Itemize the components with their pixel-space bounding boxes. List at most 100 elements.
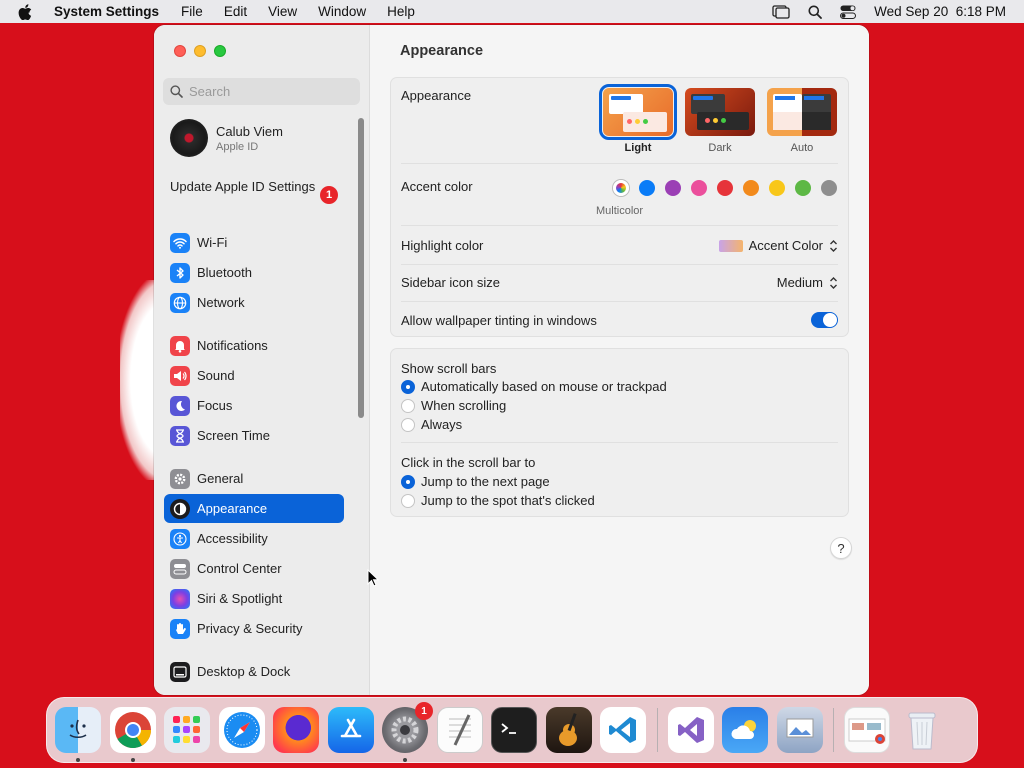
dock-safari[interactable] bbox=[218, 707, 265, 753]
wallpaper-tinting-toggle[interactable] bbox=[811, 312, 838, 328]
dock-terminal[interactable] bbox=[491, 707, 537, 753]
menu-clock[interactable]: Wed Sep 20 6:18 PM bbox=[874, 4, 1006, 19]
sidebar-item-focus[interactable]: Focus bbox=[164, 391, 344, 420]
running-indicator bbox=[130, 758, 135, 762]
appearance-card: Appearance Light Dark Auto Accent color … bbox=[390, 77, 849, 337]
sidebar-item-notifications[interactable]: Notifications bbox=[164, 331, 344, 360]
divider bbox=[401, 264, 838, 265]
dock-launchpad[interactable] bbox=[164, 707, 210, 753]
sidebar-item-network[interactable]: Network bbox=[164, 288, 344, 317]
accent-pink[interactable] bbox=[691, 180, 707, 196]
highlight-color-popup[interactable]: Accent Color bbox=[718, 238, 838, 253]
accent-multicolor[interactable] bbox=[613, 180, 629, 196]
accent-purple[interactable] bbox=[665, 180, 681, 196]
dock-preview[interactable] bbox=[776, 707, 823, 753]
guitar-icon bbox=[558, 713, 577, 746]
dock-vscode[interactable] bbox=[600, 707, 646, 753]
menu-app-name[interactable]: System Settings bbox=[54, 4, 159, 19]
search-icon bbox=[170, 85, 183, 98]
menu-view[interactable]: View bbox=[268, 4, 297, 19]
zoom-button[interactable] bbox=[214, 45, 226, 57]
radio-scroll-when-scrolling[interactable]: When scrolling bbox=[401, 398, 506, 413]
light-theme-label: Light bbox=[624, 142, 652, 154]
radio-button[interactable] bbox=[401, 379, 415, 394]
search-field[interactable]: Search bbox=[163, 78, 360, 105]
sidebar-item-label: Desktop & Dock bbox=[197, 664, 291, 679]
bluetooth-icon bbox=[170, 262, 190, 283]
weather-cloud-icon bbox=[731, 720, 756, 739]
sidebar-item-wifi[interactable]: Wi-Fi bbox=[164, 228, 344, 257]
dock-garageband[interactable] bbox=[545, 707, 592, 753]
dock-system-settings[interactable]: 1 bbox=[382, 702, 433, 762]
minimize-button[interactable] bbox=[194, 45, 206, 57]
radio-scroll-always[interactable]: Always bbox=[401, 417, 462, 432]
dock-finder[interactable] bbox=[55, 707, 101, 762]
dock-app-store[interactable] bbox=[327, 707, 374, 753]
radio-button[interactable] bbox=[401, 417, 415, 432]
sidebar-item-control-center[interactable]: Control Center bbox=[164, 554, 344, 583]
profile-name: Calub Viem bbox=[216, 123, 283, 139]
accent-graphite[interactable] bbox=[821, 180, 837, 196]
sidebar-item-label: Control Center bbox=[197, 561, 282, 576]
radio-button[interactable] bbox=[401, 493, 415, 508]
help-button[interactable]: ? bbox=[830, 537, 852, 559]
radio-scroll-automatic[interactable]: Automatically based on mouse or trackpad bbox=[401, 379, 667, 394]
sidebar-item-sound[interactable]: Sound bbox=[164, 361, 344, 390]
sidebar-item-general[interactable]: General bbox=[164, 464, 344, 493]
dock-firefox[interactable] bbox=[273, 707, 319, 753]
accent-orange[interactable] bbox=[743, 180, 759, 196]
update-apple-id-item[interactable]: Update Apple ID Settings bbox=[170, 179, 340, 195]
dock-trash[interactable] bbox=[899, 707, 945, 753]
control-center-icon[interactable] bbox=[840, 5, 857, 19]
menu-bar: System Settings File Edit View Window He… bbox=[0, 0, 1024, 23]
sidebar-icon-size-popup[interactable]: Medium bbox=[777, 275, 838, 290]
sidebar-item-siri-spotlight[interactable]: Siri & Spotlight bbox=[164, 584, 344, 613]
sidebar-item-accessibility[interactable]: Accessibility bbox=[164, 524, 344, 553]
wallpaper-tinting-label: Allow wallpaper tinting in windows bbox=[401, 312, 597, 328]
sidebar-scrollbar[interactable] bbox=[358, 118, 364, 418]
menu-help[interactable]: Help bbox=[387, 4, 415, 19]
dock-visual-studio[interactable] bbox=[667, 707, 714, 753]
sidebar-item-label: Network bbox=[197, 295, 245, 310]
accent-blue[interactable] bbox=[639, 180, 655, 196]
dock-weather[interactable] bbox=[722, 707, 768, 753]
page-title: Appearance bbox=[400, 43, 484, 59]
spotlight-search-icon[interactable] bbox=[808, 5, 823, 19]
close-button[interactable] bbox=[174, 45, 186, 57]
sidebar-item-screen-time[interactable]: Screen Time bbox=[164, 421, 344, 450]
apple-menu-icon[interactable] bbox=[18, 3, 40, 20]
radio-jump-to-spot[interactable]: Jump to the spot that's clicked bbox=[401, 493, 595, 508]
screen-mirroring-icon[interactable] bbox=[772, 4, 790, 19]
show-scroll-bars-label: Show scroll bars bbox=[401, 361, 497, 376]
theme-option-light[interactable]: Light bbox=[599, 84, 677, 154]
focus-moon-icon bbox=[170, 395, 190, 416]
dock-chrome[interactable] bbox=[109, 707, 156, 762]
apple-id-profile[interactable]: Calub Viem Apple ID bbox=[170, 119, 283, 157]
radio-button[interactable] bbox=[401, 474, 415, 489]
sidebar-item-label: Notifications bbox=[197, 338, 268, 353]
sidebar-item-label: Wi-Fi bbox=[197, 235, 228, 250]
accent-green[interactable] bbox=[795, 180, 811, 196]
sidebar-item-appearance[interactable]: Appearance bbox=[164, 494, 344, 523]
terminal-prompt-icon bbox=[501, 723, 516, 734]
running-indicator bbox=[403, 758, 407, 762]
accent-red[interactable] bbox=[717, 180, 733, 196]
window-controls bbox=[174, 45, 226, 57]
dock-recent-chrome-window[interactable] bbox=[844, 707, 890, 753]
menu-window[interactable]: Window bbox=[318, 4, 366, 19]
accent-color-label: Accent color bbox=[401, 179, 473, 194]
menu-file[interactable]: File bbox=[181, 4, 203, 19]
radio-label: Always bbox=[421, 417, 463, 432]
app-store-icon bbox=[340, 718, 361, 738]
radio-label: Automatically based on mouse or trackpad bbox=[421, 379, 667, 394]
sidebar-item-bluetooth[interactable]: Bluetooth bbox=[164, 258, 344, 287]
sidebar-item-privacy-security[interactable]: Privacy & Security bbox=[164, 614, 344, 643]
sidebar-item-desktop-dock[interactable]: Desktop & Dock bbox=[164, 657, 344, 686]
radio-jump-next-page[interactable]: Jump to the next page bbox=[401, 474, 550, 489]
radio-button[interactable] bbox=[401, 398, 415, 413]
theme-option-auto[interactable]: Auto bbox=[767, 88, 837, 154]
dock-textedit[interactable] bbox=[436, 707, 483, 753]
theme-option-dark[interactable]: Dark bbox=[685, 88, 755, 154]
menu-edit[interactable]: Edit bbox=[224, 4, 247, 19]
accent-yellow[interactable] bbox=[769, 180, 785, 196]
